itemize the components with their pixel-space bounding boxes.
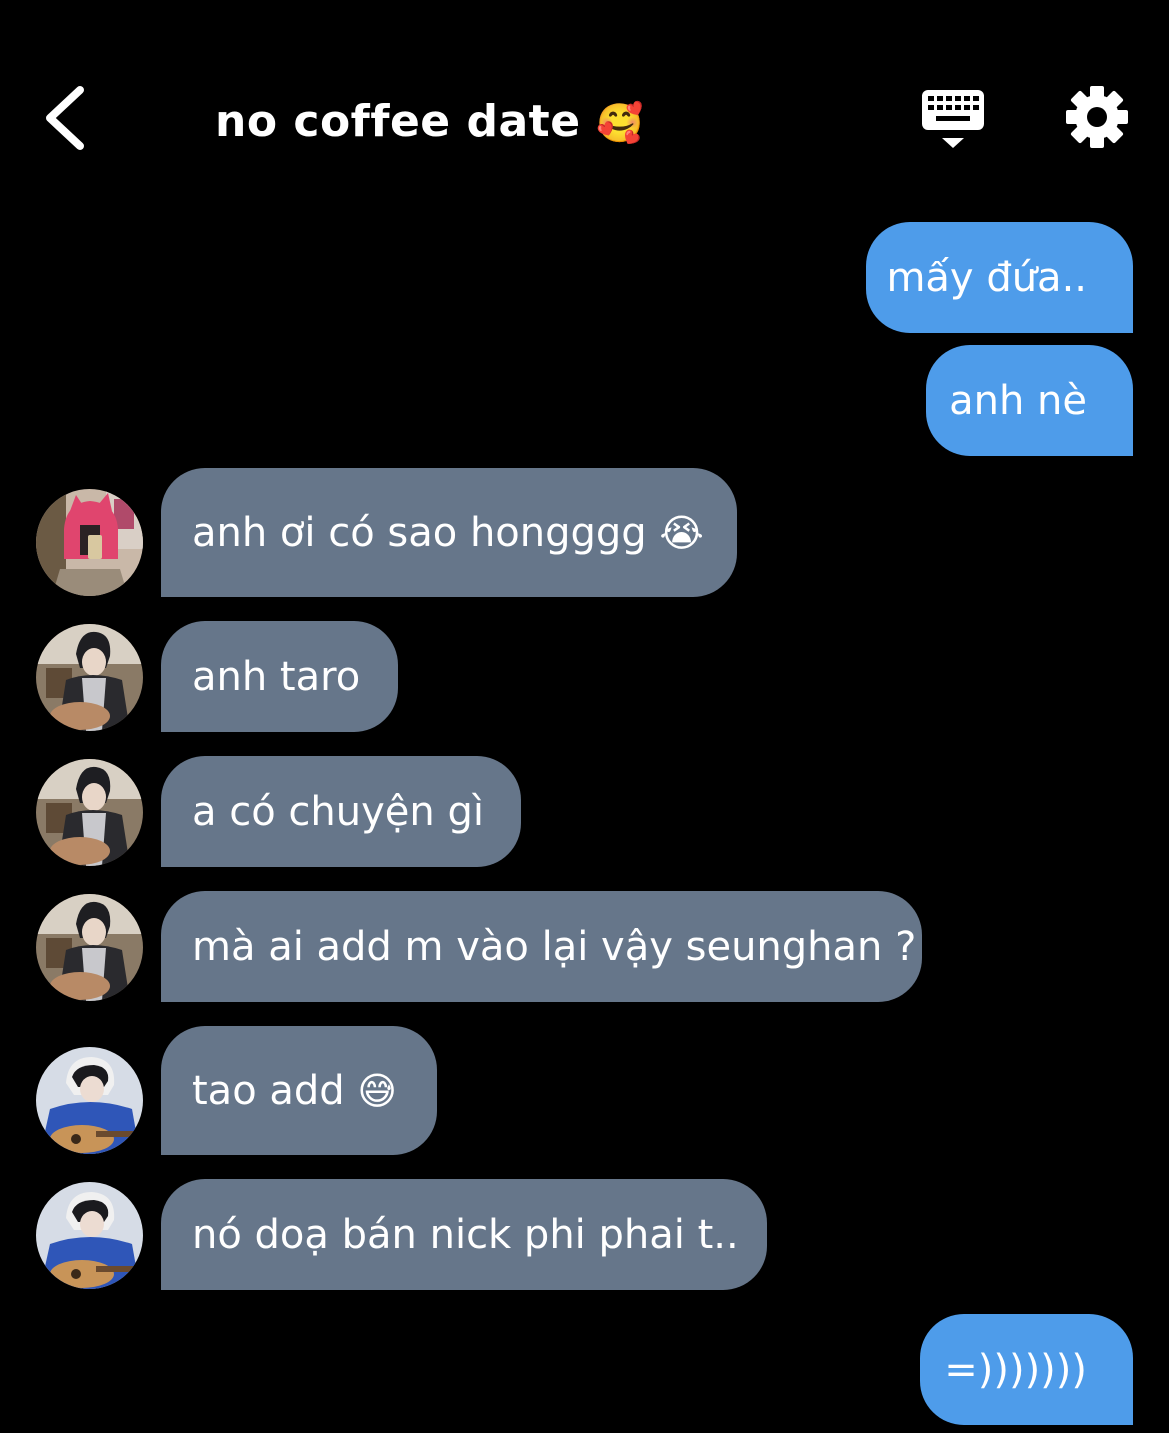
chevron-left-icon <box>46 86 84 150</box>
grinning-sweat-emoji: 😅 <box>357 1068 398 1113</box>
message-text: =))))))) <box>944 1346 1087 1393</box>
message-text: a có chuyện gì <box>192 788 484 835</box>
avatar-jacket[interactable] <box>36 894 143 1001</box>
chat-title-text: no coffee date <box>215 96 581 147</box>
received-message-bubble[interactable]: a có chuyện gì <box>161 756 521 867</box>
gear-icon <box>1066 86 1128 148</box>
back-button[interactable] <box>38 82 98 154</box>
crying-face-emoji: 😭 <box>659 510 704 555</box>
message-text: anh ơi có sao hongggg <box>192 509 647 556</box>
keyboard-icon <box>922 90 984 148</box>
received-message-bubble[interactable]: tao add 😅 <box>161 1026 437 1155</box>
avatar-guitar[interactable] <box>36 1047 143 1154</box>
message-text: nó doạ bán nick phi phai t.. <box>192 1211 739 1258</box>
message-text: tao add <box>192 1067 345 1114</box>
message-text: anh taro <box>192 653 361 700</box>
sent-message-bubble[interactable]: =))))))) <box>920 1314 1133 1425</box>
message-text: anh nè <box>949 377 1087 424</box>
sent-message-bubble[interactable]: anh nè <box>926 345 1133 456</box>
received-message-bubble[interactable]: mà ai add m vào lại vậy seunghan ? <box>161 891 922 1002</box>
keyboard-button[interactable] <box>918 86 988 152</box>
settings-button[interactable] <box>1064 84 1130 150</box>
chat-header: no coffee date 🥰 <box>0 0 1169 200</box>
received-message-bubble[interactable]: nó doạ bán nick phi phai t.. <box>161 1179 767 1290</box>
smiling-hearts-emoji: 🥰 <box>596 101 645 145</box>
sent-message-bubble[interactable]: mấy đứa.. <box>866 222 1133 333</box>
avatar-jacket[interactable] <box>36 624 143 731</box>
avatar-pink-hat[interactable] <box>36 489 143 596</box>
avatar-jacket[interactable] <box>36 759 143 866</box>
chat-title: no coffee date 🥰 <box>215 90 644 154</box>
received-message-bubble[interactable]: anh ơi có sao hongggg 😭 <box>161 468 737 597</box>
message-text: mấy đứa.. <box>886 254 1087 301</box>
received-message-bubble[interactable]: anh taro <box>161 621 398 732</box>
message-text: mà ai add m vào lại vậy seunghan ? <box>192 923 917 970</box>
avatar-guitar[interactable] <box>36 1182 143 1289</box>
